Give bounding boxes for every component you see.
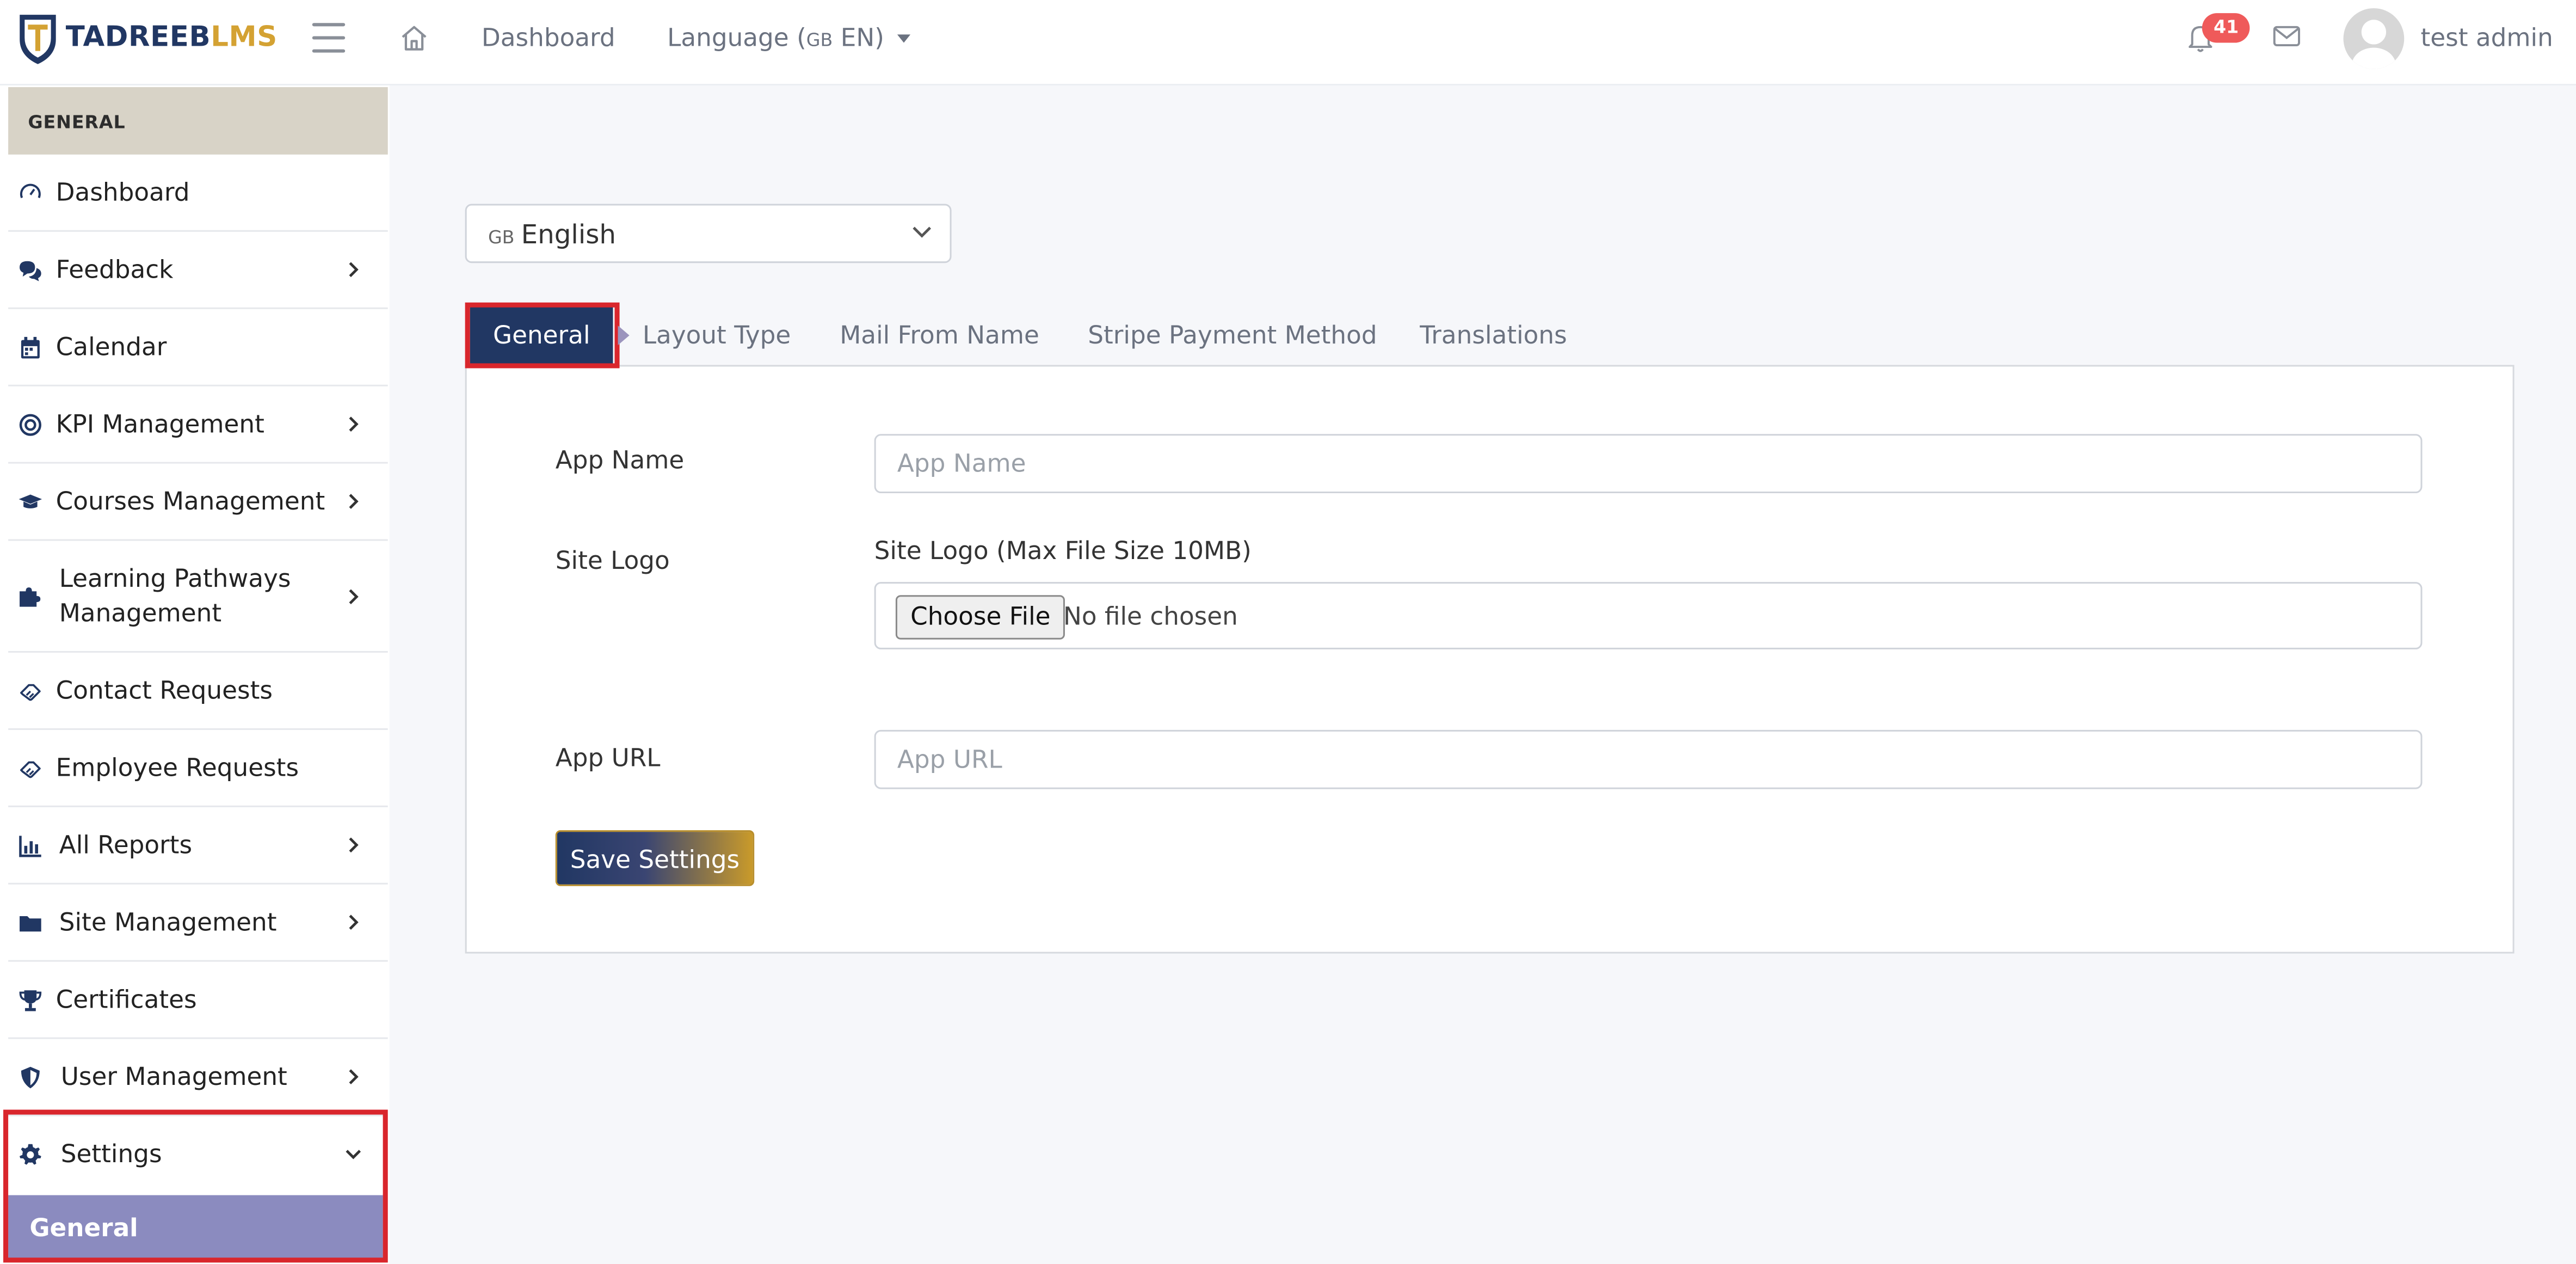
choose-file-button[interactable]: Choose File [895, 595, 1065, 640]
language-select[interactable]: GB English [465, 204, 952, 263]
tab-stripe-payment-method[interactable]: Stripe Payment Method [1088, 303, 1377, 369]
app-url-label: App URL [555, 743, 661, 773]
folder-icon [16, 909, 42, 935]
mail-icon[interactable] [2273, 24, 2301, 47]
notification-badge: 41 [2202, 13, 2251, 43]
chevron-right-icon [349, 416, 359, 432]
chevron-right-icon [349, 837, 359, 853]
username[interactable]: test admin [2420, 23, 2553, 52]
shield-icon [16, 1064, 42, 1090]
sidebar-item-contact-requests[interactable]: Contact Requests [8, 653, 388, 730]
avatar[interactable] [2343, 8, 2405, 69]
site-logo-file-input[interactable]: Choose File No file chosen [874, 582, 2423, 649]
flag-label: GB [806, 29, 833, 51]
app-name-input[interactable] [874, 434, 2423, 493]
sidebar-item-certificates[interactable]: Certificates [8, 962, 388, 1039]
chevron-right-icon [349, 588, 359, 604]
puzzle-icon [16, 583, 42, 609]
sidebar-item-feedback[interactable]: Feedback [8, 232, 388, 309]
sidebar-item-all-reports[interactable]: All Reports [8, 807, 388, 885]
sidebar-item-user-management[interactable]: User Management [8, 1039, 388, 1116]
settings-highlight-box [3, 1109, 388, 1263]
top-dashboard-link[interactable]: Dashboard [482, 23, 615, 52]
save-settings-button[interactable]: Save Settings [555, 830, 755, 886]
app-name-label: App Name [555, 445, 685, 475]
logo-text: TADREEBLMS [65, 21, 278, 54]
tab-mail-from-name[interactable]: Mail From Name [840, 303, 1039, 369]
tab-layout-type[interactable]: Layout Type [643, 303, 791, 369]
handshake-icon [16, 754, 42, 781]
site-logo-hint: Site Logo (Max File Size 10MB) [874, 536, 1252, 566]
sidebar-section-title: GENERAL [8, 87, 388, 155]
app-url-input[interactable] [874, 729, 2423, 789]
tab-pointer-icon [618, 325, 630, 346]
language-dropdown[interactable]: Language (GB EN) [667, 23, 911, 53]
logo[interactable]: TADREEBLMS [16, 10, 278, 66]
top-bar: TADREEBLMS Dashboard Language (GB EN) 41… [0, 0, 2576, 86]
flag-label: GB [488, 226, 515, 249]
chevron-down-icon [913, 226, 932, 238]
sidebar-item-employee-requests[interactable]: Employee Requests [8, 730, 388, 807]
comments-icon [16, 256, 42, 283]
tab-highlight-box [465, 302, 620, 369]
sidebar-item-site-management[interactable]: Site Management [8, 885, 388, 962]
site-logo-label: Site Logo [555, 545, 670, 575]
chevron-right-icon [349, 262, 359, 278]
sidebar-item-kpi-management[interactable]: KPI Management [8, 386, 388, 464]
tab-translations[interactable]: Translations [1420, 303, 1567, 369]
sidebar-item-learning-pathways[interactable]: Learning Pathways Management [8, 541, 388, 653]
file-status: No file chosen [1063, 602, 1238, 631]
bar-chart-icon [16, 832, 42, 858]
graduation-cap-icon [16, 488, 42, 514]
home-icon[interactable] [399, 23, 429, 52]
sidebar-item-courses-management[interactable]: Courses Management [8, 464, 388, 541]
logo-shield-icon [20, 15, 56, 64]
chevron-right-icon [349, 915, 359, 930]
target-icon [16, 411, 42, 437]
calendar-icon [16, 334, 42, 360]
caret-down-icon [897, 34, 911, 43]
app-root: TADREEBLMS Dashboard Language (GB EN) 41… [0, 0, 2576, 1264]
sidebar-item-calendar[interactable]: Calendar [8, 309, 388, 386]
sidebar-item-dashboard[interactable]: Dashboard [8, 155, 388, 232]
trophy-icon [16, 986, 42, 1013]
chevron-right-icon [349, 494, 359, 509]
gauge-icon [16, 179, 42, 205]
handshake-icon [16, 677, 42, 703]
menu-toggle-icon[interactable] [312, 23, 346, 53]
chevron-right-icon [349, 1069, 359, 1084]
